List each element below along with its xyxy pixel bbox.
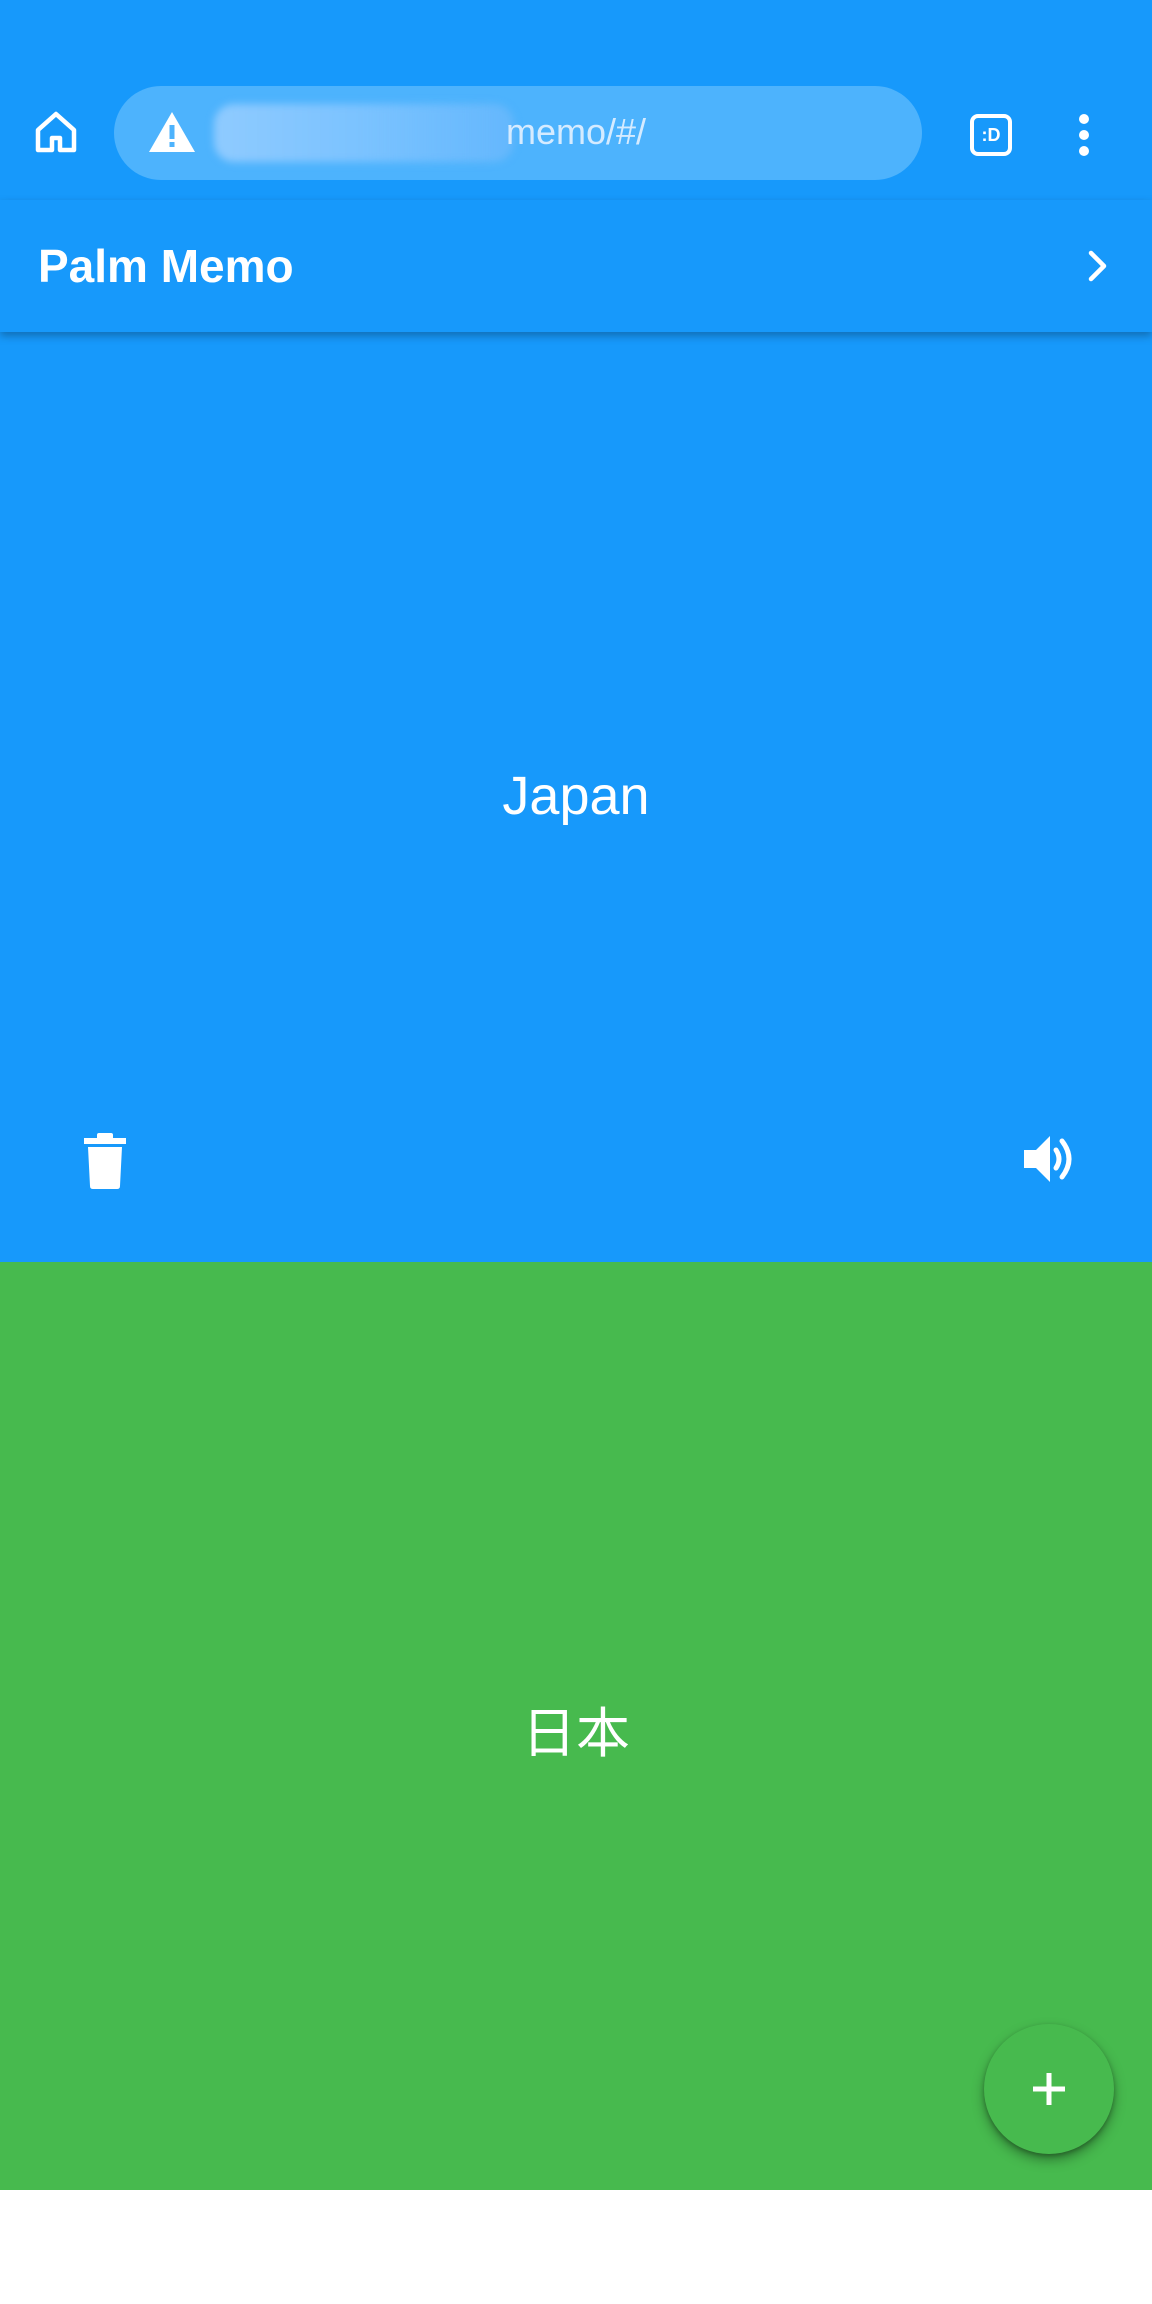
tab-label: :D bbox=[981, 124, 1001, 145]
add-card-button[interactable] bbox=[984, 2024, 1114, 2154]
card-back[interactable]: 日本 bbox=[0, 1262, 1152, 2190]
card-front-text: Japan bbox=[502, 766, 650, 826]
more-vert-icon bbox=[1079, 114, 1089, 156]
browser-toolbar: memo/#/ :D bbox=[0, 0, 1152, 200]
tab-switcher-button[interactable]: :D bbox=[960, 104, 1022, 166]
chevron-right-icon bbox=[1088, 250, 1107, 282]
card-front[interactable]: Japan bbox=[0, 332, 1152, 1262]
plus-icon bbox=[1033, 2073, 1065, 2105]
trash-icon bbox=[84, 1133, 126, 1189]
next-button[interactable] bbox=[1074, 240, 1122, 292]
address-bar[interactable]: memo/#/ bbox=[114, 86, 922, 180]
warning-icon bbox=[149, 112, 195, 152]
url-text: memo/#/ bbox=[506, 111, 647, 152]
home-icon bbox=[35, 111, 77, 153]
page-title: Palm Memo bbox=[38, 240, 294, 292]
app-header: Palm Memo bbox=[0, 200, 1152, 332]
speaker-icon bbox=[1024, 1136, 1072, 1182]
redacted-url-host bbox=[214, 104, 514, 162]
home-button[interactable] bbox=[24, 100, 88, 164]
card-back-text: 日本 bbox=[522, 1704, 630, 1764]
speak-button[interactable] bbox=[1022, 1130, 1078, 1188]
browser-menu-button[interactable] bbox=[1060, 104, 1108, 166]
tab-switcher-icon: :D bbox=[970, 114, 1012, 156]
delete-button[interactable] bbox=[80, 1132, 130, 1190]
